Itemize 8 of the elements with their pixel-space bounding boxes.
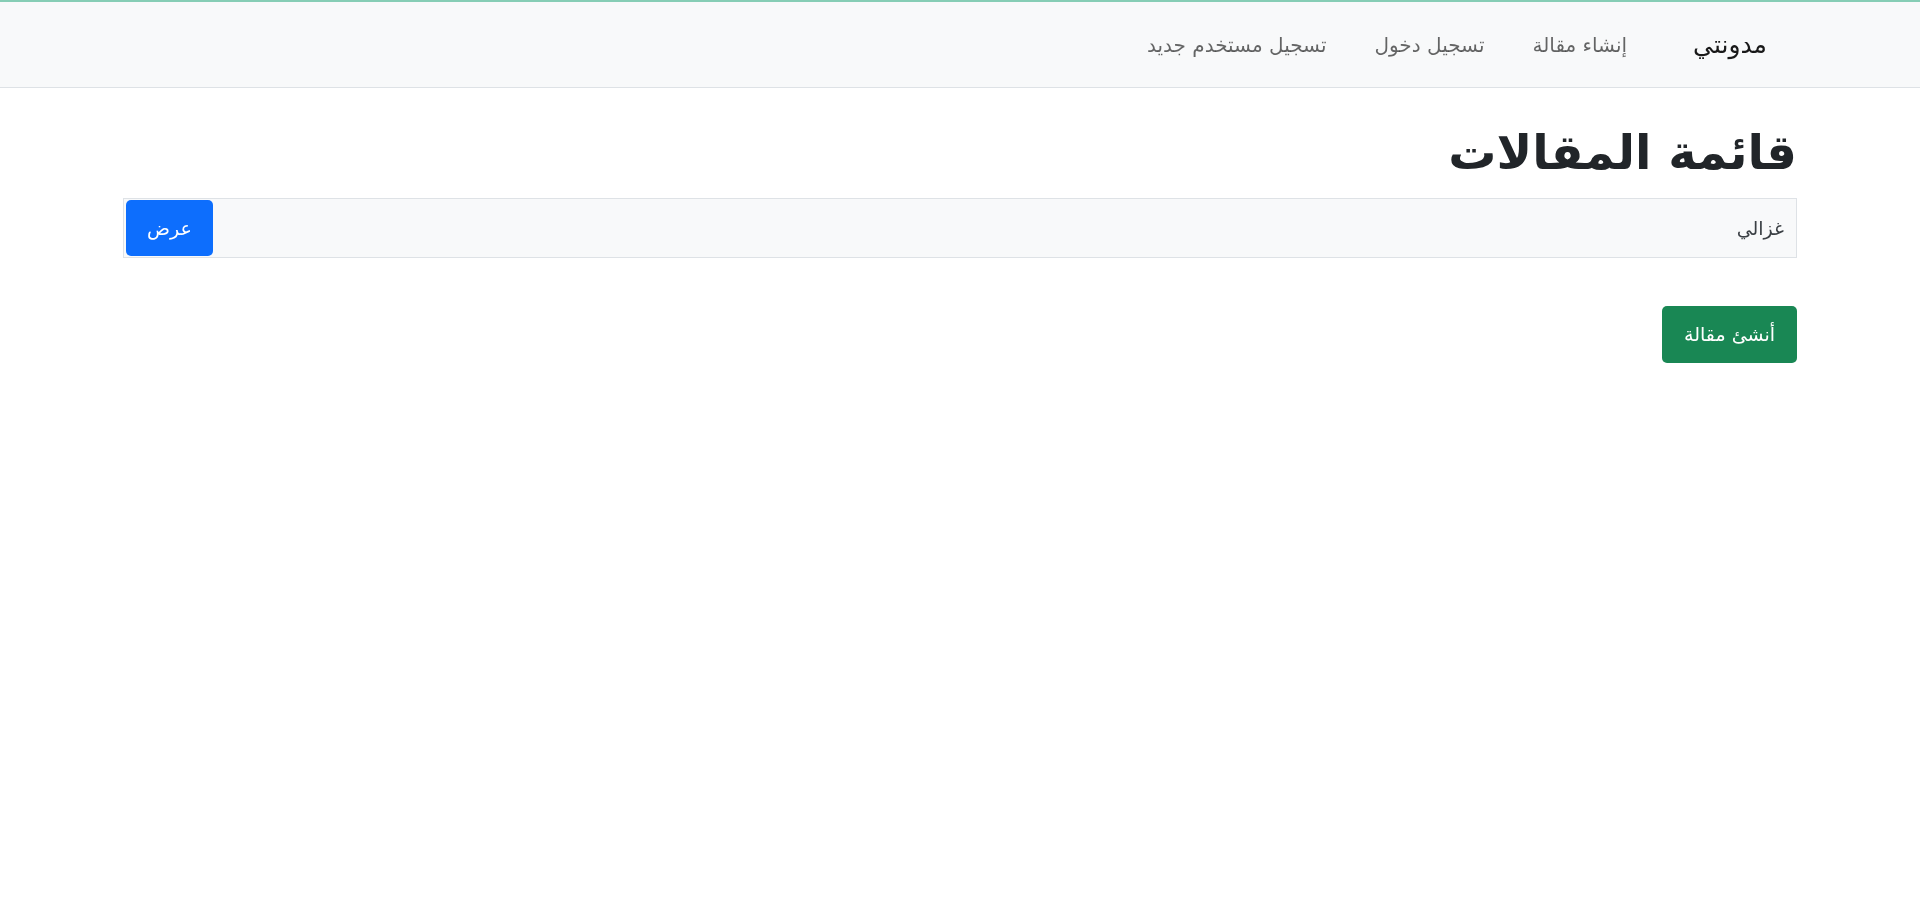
page-heading: قائمة المقالات: [1447, 124, 1797, 182]
nav-link[interactable]: تسجيل دخول: [1362, 24, 1497, 65]
nav-link[interactable]: تسجيل مستخدم جديد: [1134, 24, 1339, 65]
view-button[interactable]: عرض: [126, 199, 213, 256]
article-title: غزالي: [1736, 216, 1784, 239]
create-article-button[interactable]: أنشئ مقالة: [1662, 305, 1797, 363]
brand-link[interactable]: مدونتي: [1693, 30, 1767, 59]
nav-link[interactable]: إنشاء مقالة: [1520, 24, 1640, 65]
